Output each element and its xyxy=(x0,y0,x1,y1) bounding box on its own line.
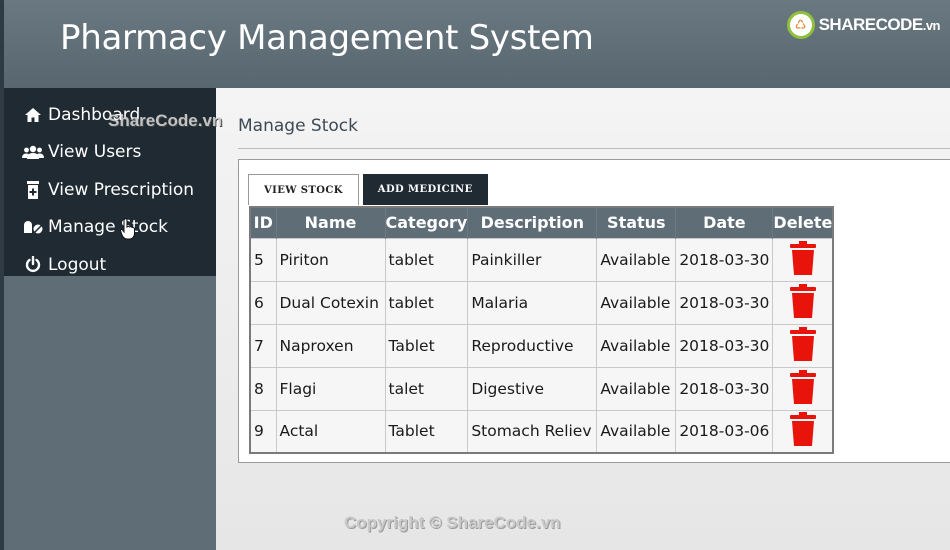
sidebar-item-label: View Prescription xyxy=(48,179,195,200)
sidebar-item-manage-stock[interactable]: Manage Stock xyxy=(4,209,216,247)
cell-name: Flagi xyxy=(275,366,386,411)
table-row: 8 Flagi talet Digestive Available 2018-0… xyxy=(249,366,834,411)
cell-delete xyxy=(772,366,834,411)
cell-delete xyxy=(772,323,834,368)
sidebar-item-label: Manage Stock xyxy=(48,217,168,238)
cell-name: Naproxen xyxy=(275,323,386,368)
cell-status: Available xyxy=(596,366,677,411)
sidebar-item-label: Logout xyxy=(48,254,107,275)
table-header-row: ID Name Category Description Status Date… xyxy=(250,207,834,238)
watermark-overlay: ShareCode.vn xyxy=(108,111,223,130)
sidebar-item-view-prescription[interactable]: View Prescription xyxy=(4,171,216,209)
cell-delete xyxy=(772,409,834,454)
cell-id: 8 xyxy=(249,366,277,411)
app-title: Pharmacy Management System xyxy=(60,18,594,58)
column-header-id: ID xyxy=(250,207,277,238)
cell-status: Available xyxy=(596,280,677,325)
watermark-logo: ♺ SHARECODE.vn xyxy=(786,6,941,44)
heading-divider xyxy=(238,148,950,149)
tab-bar: VIEW STOCK ADD MEDICINE xyxy=(248,174,488,205)
cell-date: 2018-03-30 xyxy=(675,237,774,282)
cell-name: Dual Cotexin xyxy=(275,280,386,325)
cell-status: Available xyxy=(596,409,677,454)
trash-icon[interactable] xyxy=(789,240,817,275)
table-row: 5 Piriton tablet Painkiller Available 20… xyxy=(249,237,834,282)
cell-date: 2018-03-30 xyxy=(675,323,774,368)
cell-description: Stomach Reliev xyxy=(467,409,598,454)
cell-id: 7 xyxy=(249,323,277,368)
home-icon xyxy=(22,107,44,123)
cell-id: 9 xyxy=(249,409,277,454)
cell-name: Actal xyxy=(275,409,386,454)
sidebar-item-view-users[interactable]: View Users xyxy=(4,134,216,172)
cell-delete xyxy=(772,237,834,282)
cell-category: tablet xyxy=(384,237,469,282)
copyright-watermark: Copyright © ShareCode.vn xyxy=(344,513,561,532)
trash-icon[interactable] xyxy=(789,326,817,361)
cell-name: Piriton xyxy=(275,237,386,282)
trash-icon[interactable] xyxy=(789,412,817,447)
cell-category: tablet xyxy=(384,280,469,325)
pills-icon xyxy=(22,219,44,235)
stock-panel: VIEW STOCK ADD MEDICINE ID Name Category… xyxy=(238,159,950,463)
tab-add-medicine[interactable]: ADD MEDICINE xyxy=(362,174,488,205)
watermark-logo-text: SHARECODE xyxy=(818,15,924,34)
cell-description: Painkiller xyxy=(467,237,598,282)
trash-icon[interactable] xyxy=(789,283,817,318)
cell-delete xyxy=(772,280,834,325)
cell-description: Malaria xyxy=(467,280,598,325)
cell-description: Digestive xyxy=(467,366,598,411)
header-bar: Pharmacy Management System ♺ SHARECODE.v… xyxy=(4,0,950,88)
cell-description: Reproductive xyxy=(467,323,598,368)
tab-view-stock[interactable]: VIEW STOCK xyxy=(248,174,359,205)
cell-category: Tablet xyxy=(384,323,469,368)
cell-status: Available xyxy=(596,237,677,282)
table-row: 9 Actal Tablet Stomach Reliev Available … xyxy=(249,409,834,454)
prescription-icon xyxy=(22,180,44,199)
users-icon xyxy=(22,144,44,160)
cell-date: 2018-03-30 xyxy=(675,366,774,411)
page-title: Manage Stock xyxy=(238,116,358,136)
main-content: Manage Stock VIEW STOCK ADD MEDICINE ID … xyxy=(216,88,950,550)
column-header-name: Name xyxy=(276,207,386,238)
sidebar-item-logout[interactable]: Logout xyxy=(4,246,216,284)
cell-category: talet xyxy=(384,366,469,411)
trash-icon[interactable] xyxy=(789,369,817,404)
table-row: 6 Dual Cotexin tablet Malaria Available … xyxy=(249,280,834,325)
hand-cursor-icon xyxy=(119,218,136,244)
sidebar: Dashboard View Users View Prescription M… xyxy=(4,88,216,550)
column-header-category: Category xyxy=(385,207,469,238)
watermark-logo-domain: .vn xyxy=(922,18,941,33)
column-header-status: Status xyxy=(596,207,677,238)
column-header-description: Description xyxy=(467,207,598,238)
cell-id: 5 xyxy=(249,237,277,282)
cell-date: 2018-03-30 xyxy=(675,280,774,325)
column-header-date: Date xyxy=(675,207,774,238)
power-icon xyxy=(22,256,44,273)
cell-status: Available xyxy=(596,323,677,368)
app-window: Pharmacy Management System ♺ SHARECODE.v… xyxy=(0,0,950,550)
column-header-delete: Delete xyxy=(772,207,834,238)
watermark-logo-icon: ♺ xyxy=(786,11,815,39)
table-row: 7 Naproxen Tablet Reproductive Available… xyxy=(249,323,834,368)
stock-table: ID Name Category Description Status Date… xyxy=(249,206,835,454)
cell-date: 2018-03-06 xyxy=(675,409,774,454)
sidebar-item-label: View Users xyxy=(48,142,142,163)
cell-id: 6 xyxy=(249,280,277,325)
cell-category: Tablet xyxy=(384,409,469,454)
